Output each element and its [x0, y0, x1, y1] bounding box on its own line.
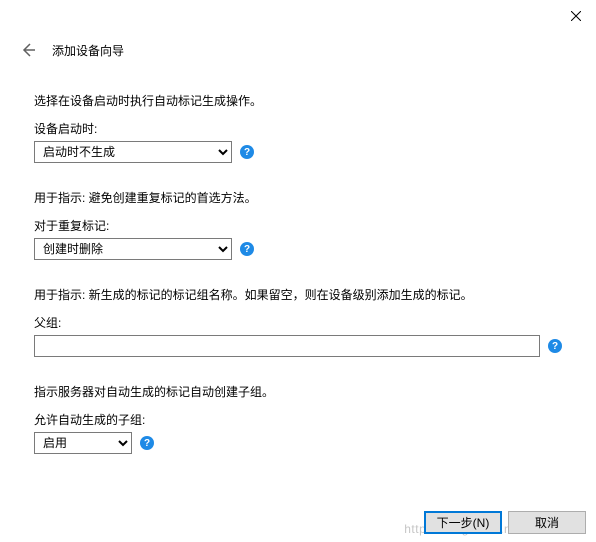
- parent-label: 父组:: [34, 314, 562, 331]
- startup-select[interactable]: 启动时不生成: [34, 141, 232, 163]
- subgroup-label: 允许自动生成的子组:: [34, 411, 562, 428]
- close-button[interactable]: [556, 2, 596, 30]
- startup-desc: 选择在设备启动时执行自动标记生成操作。: [34, 92, 562, 110]
- parent-input[interactable]: [34, 335, 540, 357]
- section-duplicate: 用于指示: 避免创建重复标记的首选方法。 对于重复标记: 创建时删除 ?: [34, 189, 562, 260]
- back-button[interactable]: [18, 40, 38, 60]
- duplicate-label: 对于重复标记:: [34, 217, 562, 234]
- close-icon: [571, 11, 581, 21]
- section-subgroup: 指示服务器对自动生成的标记自动创建子组。 允许自动生成的子组: 启用 ?: [34, 383, 562, 454]
- help-icon[interactable]: ?: [240, 145, 254, 159]
- subgroup-select[interactable]: 启用: [34, 432, 132, 454]
- section-startup: 选择在设备启动时执行自动标记生成操作。 设备启动时: 启动时不生成 ?: [34, 92, 562, 163]
- wizard-title: 添加设备向导: [52, 42, 124, 59]
- duplicate-select[interactable]: 创建时删除: [34, 238, 232, 260]
- parent-desc: 用于指示: 新生成的标记的标记组名称。如果留空，则在设备级别添加生成的标记。: [34, 286, 562, 304]
- cancel-button[interactable]: 取消: [508, 511, 586, 534]
- help-icon[interactable]: ?: [140, 436, 154, 450]
- subgroup-desc: 指示服务器对自动生成的标记自动创建子组。: [34, 383, 562, 401]
- back-arrow-icon: [20, 42, 36, 58]
- next-button[interactable]: 下一步(N): [424, 511, 502, 534]
- startup-label: 设备启动时:: [34, 120, 562, 137]
- help-icon[interactable]: ?: [548, 339, 562, 353]
- help-icon[interactable]: ?: [240, 242, 254, 256]
- duplicate-desc: 用于指示: 避免创建重复标记的首选方法。: [34, 189, 562, 207]
- section-parent: 用于指示: 新生成的标记的标记组名称。如果留空，则在设备级别添加生成的标记。 父…: [34, 286, 562, 357]
